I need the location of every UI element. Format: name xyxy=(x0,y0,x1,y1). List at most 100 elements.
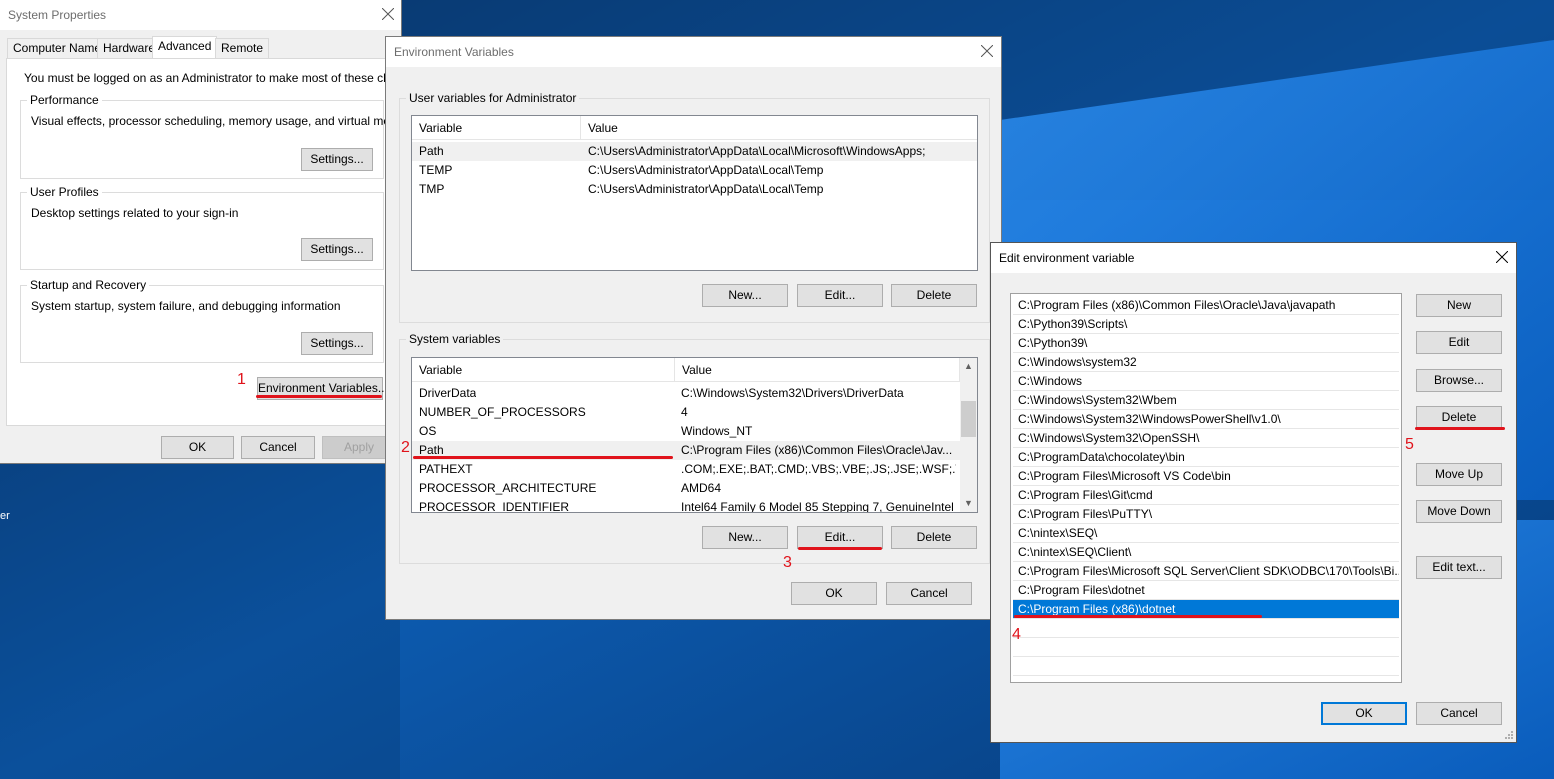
variable-cell: TEMP xyxy=(419,163,453,177)
list-item[interactable]: C:\Program Files\Microsoft VS Code\bin xyxy=(1013,467,1399,486)
close-button[interactable] xyxy=(971,37,1003,65)
tab-advanced[interactable]: Advanced xyxy=(152,36,218,59)
column-header-value[interactable]: Value xyxy=(675,358,960,382)
ok-button[interactable]: OK xyxy=(1321,702,1407,725)
list-item[interactable]: C:\Windows xyxy=(1013,372,1399,391)
value-cell: 4 xyxy=(681,405,688,419)
scroll-thumb[interactable] xyxy=(961,401,976,437)
list-item[interactable]: C:\nintex\SEQ\Client\ xyxy=(1013,543,1399,562)
ok-button[interactable]: OK xyxy=(161,436,234,459)
list-item[interactable]: C:\nintex\SEQ\ xyxy=(1013,524,1399,543)
performance-settings-button[interactable]: Settings... xyxy=(301,148,373,171)
tab-panel: You must be logged on as an Administrato… xyxy=(6,58,426,426)
value-cell: .COM;.EXE;.BAT;.CMD;.VBS;.VBE;.JS;.JSE;.… xyxy=(681,462,956,476)
annotation-step-2: 2 xyxy=(401,439,410,456)
environment-variables-window: Environment Variables User variables for… xyxy=(385,36,1002,620)
user-edit-button[interactable]: Edit... xyxy=(797,284,883,307)
browse-button[interactable]: Browse... xyxy=(1416,369,1502,392)
user-variables-list[interactable]: Variable Value Path C:\Users\Administrat… xyxy=(411,115,978,271)
close-icon xyxy=(1496,251,1508,263)
list-item[interactable]: C:\Windows\System32\WindowsPowerShell\v1… xyxy=(1013,410,1399,429)
resize-grip-icon[interactable] xyxy=(1504,730,1514,740)
move-down-button[interactable]: Move Down xyxy=(1416,500,1502,523)
table-row[interactable]: DriverData C:\Windows\System32\Drivers\D… xyxy=(412,384,960,403)
column-header-value[interactable]: Value xyxy=(581,116,977,140)
list-item[interactable]: C:\Program Files (x86)\Common Files\Orac… xyxy=(1013,296,1399,315)
empty-list-slot[interactable] xyxy=(1013,638,1399,657)
ok-button[interactable]: OK xyxy=(791,582,877,605)
user-new-button[interactable]: New... xyxy=(702,284,788,307)
annotation-underline xyxy=(413,456,673,459)
list-item[interactable]: C:\Program Files\Git\cmd xyxy=(1013,486,1399,505)
table-row[interactable]: OS Windows_NT xyxy=(412,422,960,441)
system-edit-button[interactable]: Edit... xyxy=(797,526,883,549)
list-item[interactable]: C:\Windows\System32\OpenSSH\ xyxy=(1013,429,1399,448)
user-delete-button[interactable]: Delete xyxy=(891,284,977,307)
list-header: Variable Value xyxy=(412,358,977,382)
move-up-button[interactable]: Move Up xyxy=(1416,463,1502,486)
system-new-button[interactable]: New... xyxy=(702,526,788,549)
table-row[interactable]: TMP C:\Users\Administrator\AppData\Local… xyxy=(412,180,977,199)
list-item[interactable]: C:\Windows\system32 xyxy=(1013,353,1399,372)
annotation-step-1: 1 xyxy=(237,371,246,388)
annotation-underline xyxy=(1415,427,1505,430)
startup-settings-button[interactable]: Settings... xyxy=(301,332,373,355)
variable-cell: PATHEXT xyxy=(419,462,473,476)
list-item[interactable]: C:\Program Files\dotnet xyxy=(1013,581,1399,600)
path-entries-list[interactable]: C:\Program Files (x86)\Common Files\Orac… xyxy=(1010,293,1402,683)
annotation-step-3: 3 xyxy=(783,554,792,571)
system-variables-list[interactable]: Variable Value DriverData C:\Windows\Sys… xyxy=(411,357,978,513)
table-row[interactable]: NUMBER_OF_PROCESSORS 4 xyxy=(412,403,960,422)
list-header: Variable Value xyxy=(412,116,977,140)
title-bar[interactable]: Environment Variables xyxy=(386,37,1001,67)
list-item[interactable]: C:\Windows\System32\Wbem xyxy=(1013,391,1399,410)
table-row[interactable]: Path C:\Users\Administrator\AppData\Loca… xyxy=(412,142,977,161)
edit-environment-variable-window: Edit environment variable C:\Program Fil… xyxy=(990,242,1517,743)
close-button[interactable] xyxy=(1486,243,1518,271)
list-item[interactable]: C:\Python39\Scripts\ xyxy=(1013,315,1399,334)
table-row[interactable]: TEMP C:\Users\Administrator\AppData\Loca… xyxy=(412,161,977,180)
window-title: System Properties xyxy=(8,8,107,22)
list-item[interactable]: C:\Python39\ xyxy=(1013,334,1399,353)
delete-button[interactable]: Delete xyxy=(1416,406,1502,429)
system-delete-button[interactable]: Delete xyxy=(891,526,977,549)
new-button[interactable]: New xyxy=(1416,294,1502,317)
cancel-button[interactable]: Cancel xyxy=(886,582,972,605)
table-row[interactable]: PATHEXT .COM;.EXE;.BAT;.CMD;.VBS;.VBE;.J… xyxy=(412,460,960,479)
cancel-button[interactable]: Cancel xyxy=(241,436,315,459)
variable-cell: Path xyxy=(419,144,444,158)
list-item[interactable]: C:\Program Files\PuTTY\ xyxy=(1013,505,1399,524)
tab-computer-name[interactable]: Computer Name xyxy=(7,38,108,58)
title-bar[interactable]: Edit environment variable xyxy=(991,243,1516,273)
annotation-step-5: 5 xyxy=(1405,436,1414,453)
list-item[interactable]: C:\Program Files\Microsoft SQL Server\Cl… xyxy=(1013,562,1399,581)
column-header-variable[interactable]: Variable xyxy=(412,358,675,382)
title-bar[interactable]: System Properties xyxy=(0,0,401,30)
edit-text-button[interactable]: Edit text... xyxy=(1416,556,1502,579)
annotation-underline xyxy=(798,547,882,550)
startup-recovery-group: Startup and Recovery System startup, sys… xyxy=(20,278,384,363)
vertical-scrollbar[interactable]: ▲ ▼ xyxy=(960,358,977,512)
cancel-button[interactable]: Cancel xyxy=(1416,702,1502,725)
list-item[interactable]: C:\ProgramData\chocolatey\bin xyxy=(1013,448,1399,467)
close-button[interactable] xyxy=(372,0,404,28)
scroll-down-arrow-icon[interactable]: ▼ xyxy=(960,495,977,512)
column-header-variable[interactable]: Variable xyxy=(412,116,581,140)
table-row[interactable]: PROCESSOR_ARCHITECTURE AMD64 xyxy=(412,479,960,498)
group-description: System startup, system failure, and debu… xyxy=(31,299,341,313)
value-cell: C:\Users\Administrator\AppData\Local\Tem… xyxy=(588,182,824,196)
group-description: Visual effects, processor scheduling, me… xyxy=(31,114,417,128)
group-description: Desktop settings related to your sign-in xyxy=(31,206,239,220)
group-legend: User variables for Administrator xyxy=(406,91,580,105)
edit-button[interactable]: Edit xyxy=(1416,331,1502,354)
value-cell: Windows_NT xyxy=(681,424,753,438)
empty-list-slot[interactable] xyxy=(1013,657,1399,676)
value-cell: C:\Windows\System32\Drivers\DriverData xyxy=(681,386,904,400)
tab-remote[interactable]: Remote xyxy=(215,38,270,58)
empty-list-slot[interactable] xyxy=(1013,619,1399,638)
table-row[interactable]: PROCESSOR_IDENTIFIER Intel64 Family 6 Mo… xyxy=(412,498,960,512)
scroll-up-arrow-icon[interactable]: ▲ xyxy=(960,358,977,375)
performance-group: Performance Visual effects, processor sc… xyxy=(20,93,417,179)
variable-cell: OS xyxy=(419,424,437,438)
user-profiles-settings-button[interactable]: Settings... xyxy=(301,238,373,261)
